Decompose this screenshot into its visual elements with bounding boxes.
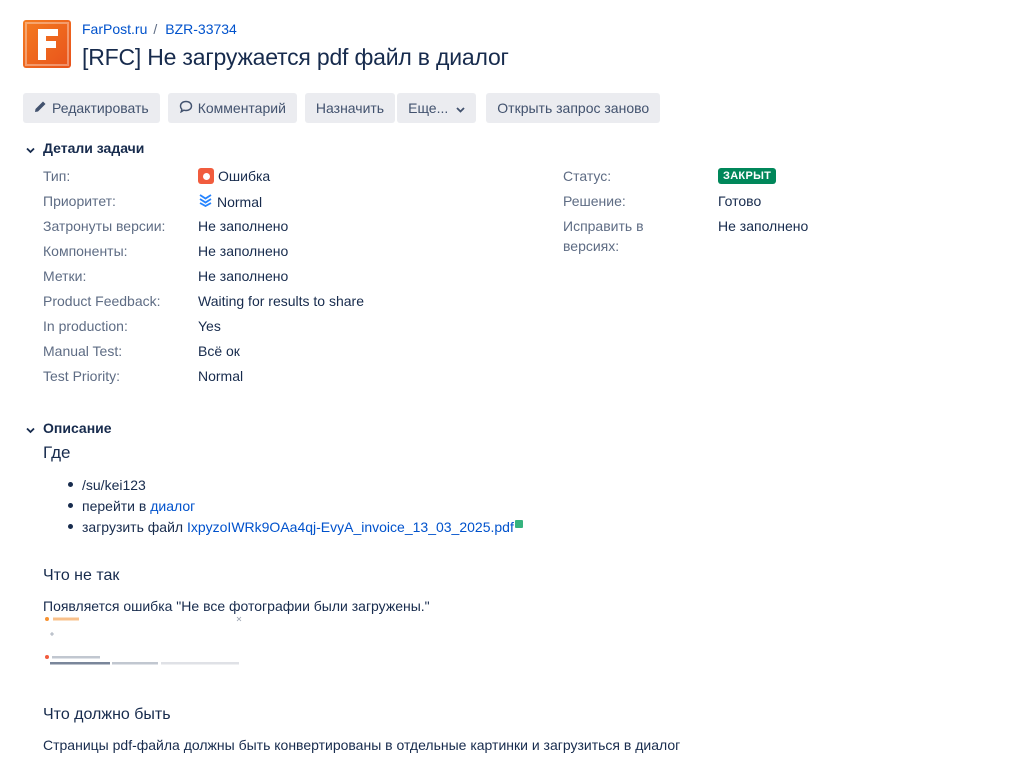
in-production-label: In production: [43, 318, 128, 334]
comment-button[interactable]: Комментарий [167, 93, 297, 123]
breadcrumb-issue-key-link[interactable]: BZR-33734 [165, 21, 237, 37]
details-section-toggle[interactable]: Детали задачи [25, 140, 144, 156]
fix-versions-label-line1: Исправить в [563, 218, 644, 234]
description-heading: Описание [43, 420, 112, 436]
pencil-icon [34, 100, 47, 116]
issue-title[interactable]: [RFC] Не загружается pdf файл в диалог [82, 44, 509, 71]
breadcrumb-project-link[interactable]: FarPost.ru [82, 21, 147, 37]
product-feedback-label: Product Feedback: [43, 293, 161, 309]
what-is-wrong-heading: Что не так [43, 567, 120, 584]
pdf-attachment-link[interactable]: IxpyzoIWRk9OAa4qj-EvyA_invoice_13_03_202… [187, 519, 514, 535]
type-value-text: Ошибка [218, 168, 271, 184]
farpost-logo-icon [25, 22, 69, 66]
in-production-value: Yes [198, 318, 221, 334]
list-item: загрузить файл IxpyzoIWRk9OAa4qj-EvyA_in… [68, 516, 523, 537]
comment-icon [179, 100, 193, 116]
steps-list: /su/kei123 перейти в диалог загрузить фа… [68, 474, 523, 537]
priority-value-text: Normal [217, 193, 263, 210]
status-label: Статус: [563, 168, 612, 184]
priority-normal-icon [198, 193, 213, 210]
test-priority-value: Normal [198, 368, 244, 384]
affects-versions-value: Не заполнено [198, 218, 289, 234]
go-to-text: перейти в [82, 497, 151, 514]
priority-label: Приоритет: [43, 193, 116, 209]
project-logo[interactable] [23, 20, 71, 68]
breadcrumb-separator: / [153, 21, 158, 37]
description-section-toggle[interactable]: Описание [25, 420, 112, 436]
where-heading: Где [43, 443, 71, 462]
bullet [68, 482, 73, 487]
more-actions-button[interactable]: Еще... [397, 93, 477, 123]
test-priority-label: Test Priority: [43, 368, 121, 384]
affects-versions-label: Затронуты версии: [43, 218, 166, 234]
details-heading: Детали задачи [43, 140, 145, 156]
components-value: Не заполнено [198, 243, 289, 259]
labels-value: Не заполнено [198, 268, 289, 284]
product-feedback-value: Waiting for results to share [198, 293, 364, 309]
components-label: Компоненты: [43, 243, 128, 259]
chevron-down-icon [25, 143, 36, 154]
expected-heading: Что должно быть [43, 706, 171, 723]
dialog-link[interactable]: диалог [150, 498, 195, 514]
path-text: /su/kei123 [82, 476, 146, 493]
fix-versions-value: Не заполнено [718, 218, 809, 234]
bullet [68, 503, 73, 508]
expected-text: Страницы pdf-файла должны быть конвертир… [43, 737, 681, 753]
list-item: перейти в диалог [68, 495, 523, 516]
issue-toolbar: Редактировать Комментарий Назначить Еще.… [23, 93, 668, 123]
labels-label: Метки: [43, 268, 87, 284]
workflow-button-group: Назначить Еще... [304, 93, 477, 123]
resolution-value: Готово [718, 193, 762, 209]
manual-test-value: Всё ок [198, 343, 240, 359]
manual-test-label: Manual Test: [43, 343, 123, 359]
type-value: Ошибка [198, 168, 270, 184]
attachment-icon [514, 519, 523, 528]
bug-type-icon [198, 168, 214, 184]
fix-versions-label-line2: версиях: [563, 238, 620, 254]
edit-button[interactable]: Редактировать [23, 93, 160, 123]
reopen-issue-button[interactable]: Открыть запрос заново [486, 93, 661, 123]
status-value: ЗАКРЫТ [718, 168, 777, 184]
bullet [68, 524, 73, 529]
breadcrumb: FarPost.ru / BZR-33734 [82, 21, 237, 37]
error-screenshot-graphic [45, 616, 242, 665]
chevron-down-icon [25, 423, 36, 434]
status-badge: ЗАКРЫТ [718, 168, 777, 184]
upload-text: загрузить файл [82, 518, 187, 535]
error-screenshot-image[interactable] [43, 612, 248, 670]
comment-button-label: Комментарий [197, 100, 286, 116]
more-actions-label: Еще... [408, 100, 449, 116]
resolution-label: Решение: [563, 193, 626, 209]
priority-value: Normal [198, 193, 262, 210]
assign-button[interactable]: Назначить [304, 93, 396, 123]
chevron-down-icon [456, 100, 465, 116]
list-item: /su/kei123 [68, 474, 523, 495]
type-label: Тип: [43, 168, 71, 184]
edit-button-label: Редактировать [52, 100, 149, 116]
